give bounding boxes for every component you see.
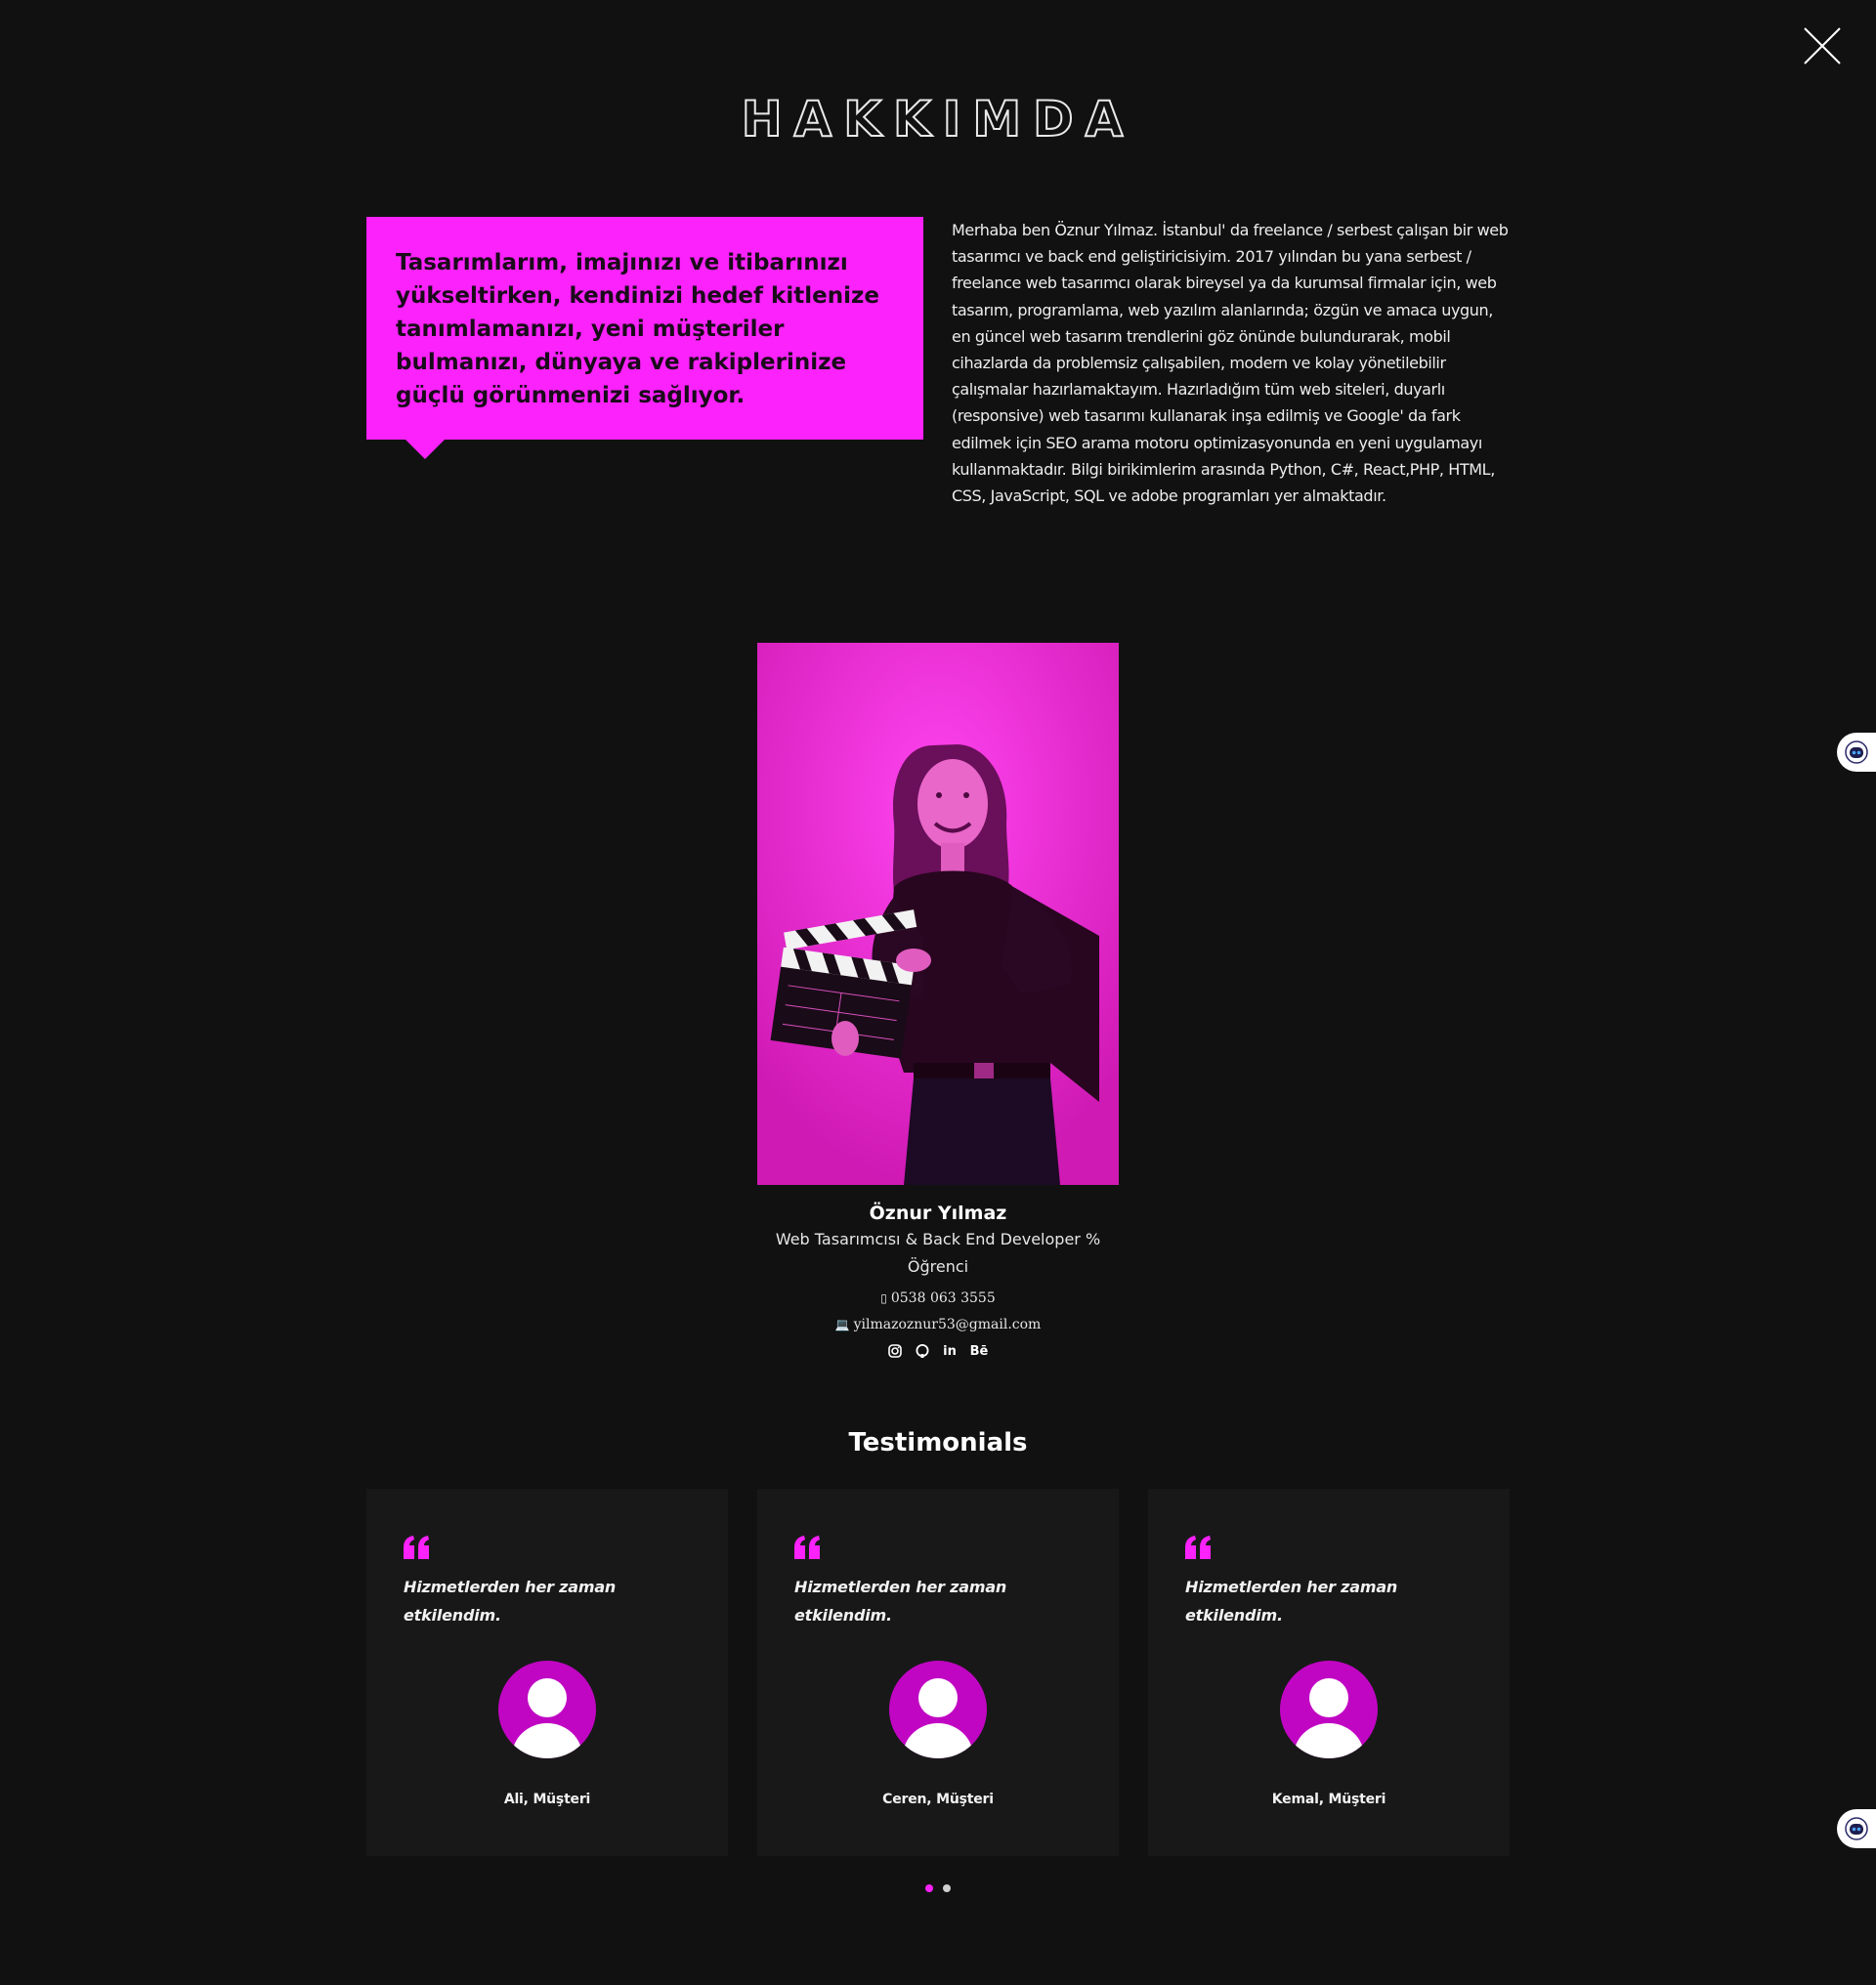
profile-role: Web Tasarımcısı & Back End Developer % Ö… [775, 1230, 1101, 1276]
bio-text: Merhaba ben Öznur Yılmaz. İstanbul' da f… [952, 221, 1509, 506]
email-address: yilmazoznur53@gmail.com [853, 1317, 1042, 1332]
profile-photo-illustration [757, 643, 1119, 1185]
profile-name: Öznur Yılmaz [869, 1203, 1007, 1224]
testimonial-text: Hizmetlerden her zaman etkilendim. [794, 1578, 1007, 1625]
testimonial-card: Hizmetlerden her zaman etkilendim. Kemal… [1148, 1489, 1510, 1856]
phone-number: 0538 063 3555 [890, 1290, 996, 1306]
carousel-dot-2[interactable] [943, 1884, 951, 1892]
behance-icon[interactable]: Bē [969, 1343, 989, 1359]
testimonial-author: Ali, Müşteri [503, 1792, 591, 1807]
linkedin-icon[interactable]: in [942, 1343, 958, 1359]
github-icon[interactable] [915, 1343, 930, 1359]
profile-photo [757, 643, 1119, 1185]
chatbot-icon [1845, 740, 1868, 764]
close-icon [1804, 27, 1841, 64]
close-button[interactable] [1802, 25, 1843, 66]
email-contact[interactable]: 💻 yilmazoznur53@gmail.com [0, 1317, 1876, 1332]
chat-widget-button[interactable] [1837, 733, 1876, 772]
chat-widget-button-secondary[interactable] [1837, 1809, 1876, 1848]
quote-icon [794, 1536, 1082, 1561]
avatar [889, 1661, 987, 1758]
phone-icon: ▯ [880, 1291, 887, 1305]
avatar [498, 1661, 596, 1758]
testimonials-carousel[interactable]: Hizmetlerden her zaman etkilendim. Ali, … [366, 1489, 1510, 1856]
quote-icon [404, 1536, 691, 1561]
testimonial-text: Hizmetlerden her zaman etkilendim. [1185, 1578, 1398, 1625]
laptop-icon: 💻 [834, 1318, 850, 1331]
carousel-dot-1[interactable] [925, 1884, 933, 1892]
social-links: in Bē [0, 1343, 1876, 1359]
testimonials-title: Testimonials [848, 1428, 1028, 1457]
quote-text: Tasarımlarım, imajınızı ve itibarınızı y… [396, 250, 879, 408]
phone-contact[interactable]: ▯ 0538 063 3555 [0, 1290, 1876, 1306]
chatbot-icon [1845, 1817, 1868, 1840]
instagram-icon[interactable] [887, 1343, 903, 1359]
testimonial-author: Kemal, Müşteri [1271, 1792, 1386, 1807]
testimonial-text: Hizmetlerden her zaman etkilendim. [404, 1578, 617, 1625]
quote-box: Tasarımlarım, imajınızı ve itibarınızı y… [366, 217, 923, 459]
testimonial-author: Ceren, Müşteri [882, 1792, 994, 1807]
carousel-pagination [0, 1884, 1876, 1892]
testimonial-card: Hizmetlerden her zaman etkilendim. Ceren… [757, 1489, 1119, 1856]
testimonial-card: Hizmetlerden her zaman etkilendim. Ali, … [366, 1489, 728, 1856]
avatar [1280, 1661, 1378, 1758]
quote-icon [1185, 1536, 1472, 1561]
page-title: HAKKIMDA [741, 90, 1135, 148]
